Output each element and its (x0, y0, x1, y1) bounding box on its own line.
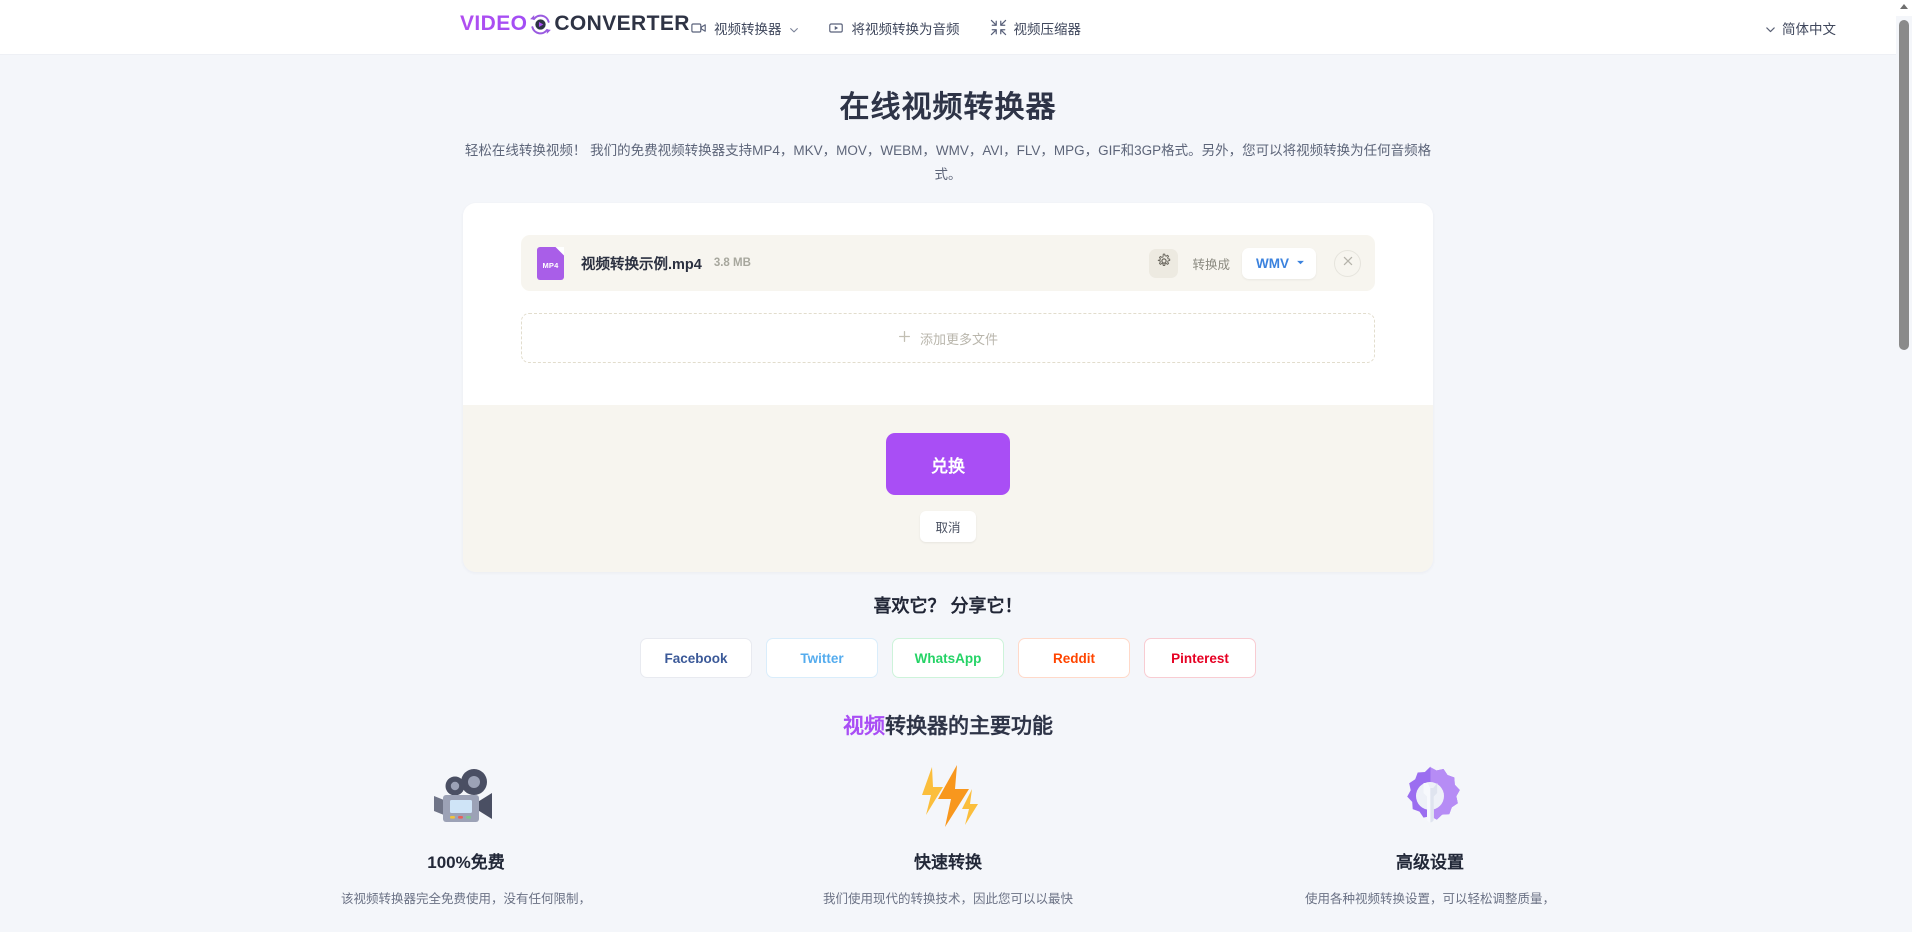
share-button-whatsapp[interactable]: WhatsApp (892, 638, 1004, 678)
site-header: VIDEO CONVERTER 视频转换器 将视频转换为音频 视频压缩器 简体中… (0, 0, 1896, 55)
output-format-select[interactable]: WMV (1242, 247, 1316, 279)
circular-refresh-play-icon (529, 13, 552, 36)
share-button-twitter[interactable]: Twitter (766, 638, 878, 678)
language-label: 简体中文 (1782, 21, 1836, 37)
share-section: 喜欢它？ 分享它！ Facebook Twitter WhatsApp Redd… (0, 592, 1896, 678)
file-icon-label: MP4 (542, 260, 559, 270)
page-title: 在线视频转换器 (839, 91, 1057, 124)
feature-title: 快速转换 (914, 853, 982, 872)
plus-icon (898, 330, 911, 346)
feature-desc: 该视频转换器完全免费使用，没有任何限制， (340, 892, 591, 906)
share-buttons: Facebook Twitter WhatsApp Reddit Pintere… (0, 638, 1896, 678)
nav-label: 视频压缩器 (1013, 21, 1082, 37)
share-button-reddit[interactable]: Reddit (1018, 638, 1130, 678)
chevron-down-icon (789, 23, 798, 33)
gear-icon (1156, 253, 1172, 274)
nav-label: 视频转换器 (714, 21, 782, 37)
output-format-value: WMV (1256, 255, 1289, 271)
feature-item: 快速转换 我们使用现代的转换技术，因此您可以以最快 (798, 762, 1098, 910)
language-selector[interactable]: 简体中文 (1765, 0, 1836, 55)
play-box-icon (828, 19, 845, 36)
add-more-files-label: 添加更多文件 (919, 331, 998, 347)
logo-text-converter: CONVERTER (554, 12, 690, 35)
logo-text-video: VIDEO (460, 12, 528, 35)
convert-to-label: 转换成 (1192, 257, 1230, 272)
file-row: MP4 视频转换示例.mp4 3.8 MB 转换成 WMV (521, 235, 1375, 291)
page-root: VIDEO CONVERTER 视频转换器 将视频转换为音频 视频压缩器 简体中… (0, 0, 1912, 932)
chevron-down-icon (1765, 23, 1775, 33)
file-settings-button[interactable] (1149, 248, 1179, 278)
features-list: 100%免费 该视频转换器完全免费使用，没有任何限制， 快速转换 我们使用现代的… (0, 762, 1896, 910)
lightning-bolts-icon (798, 762, 1098, 834)
compress-arrows-icon (990, 19, 1007, 36)
share-button-pinterest[interactable]: Pinterest (1144, 638, 1256, 678)
feature-title: 高级设置 (1396, 853, 1464, 872)
share-title: 喜欢它？ 分享它！ (873, 596, 1023, 616)
file-size: 3.8 MB (713, 257, 751, 269)
scrollbar-thumb[interactable] (1899, 20, 1909, 350)
add-more-files-button[interactable]: 添加更多文件 (521, 313, 1375, 363)
feature-item: 高级设置 使用各种视频转换设置，可以轻松调整质量， (1280, 762, 1580, 910)
feature-title: 100%免费 (427, 853, 505, 872)
caret-down-icon (1296, 254, 1305, 272)
main-nav: 视频转换器 将视频转换为音频 视频压缩器 (690, 0, 1081, 55)
scroll-up-arrow-icon[interactable] (1900, 4, 1908, 9)
file-name: 视频转换示例.mp4 (581, 256, 702, 273)
remove-file-button[interactable] (1334, 249, 1361, 277)
features-heading-highlight: 视频 (843, 715, 885, 738)
nav-item-video-to-audio[interactable]: 将视频转换为音频 (828, 18, 960, 38)
hero-section: 在线视频转换器 轻松在线转换视频！ 我们的免费视频转换器支持MP4，MKV，MO… (0, 82, 1896, 187)
features-heading-rest: 转换器的主要功能 (885, 715, 1053, 738)
share-button-facebook[interactable]: Facebook (640, 638, 752, 678)
page-description: 轻松在线转换视频！ 我们的免费视频转换器支持MP4，MKV，MOV，WEBM，W… (464, 143, 1432, 182)
nav-item-video-compressor[interactable]: 视频压缩器 (990, 18, 1082, 38)
movie-camera-icon (316, 762, 616, 834)
converter-card: MP4 视频转换示例.mp4 3.8 MB 转换成 WMV 添加更多文件 兑换 … (463, 203, 1433, 572)
convert-button[interactable]: 兑换 (886, 433, 1010, 495)
feature-desc: 我们使用现代的转换技术，因此您可以以最快 (822, 892, 1073, 906)
site-logo[interactable]: VIDEO CONVERTER (460, 12, 690, 36)
mp4-file-icon: MP4 (537, 246, 564, 280)
cancel-button[interactable]: 取消 (920, 511, 976, 542)
converter-card-bottom: 兑换 取消 (463, 405, 1433, 572)
gear-wrench-icon (1280, 762, 1580, 834)
close-icon (1342, 254, 1354, 272)
nav-item-video-converter[interactable]: 视频转换器 (690, 18, 798, 38)
converter-card-top: MP4 视频转换示例.mp4 3.8 MB 转换成 WMV 添加更多文件 (463, 203, 1433, 405)
feature-item: 100%免费 该视频转换器完全免费使用，没有任何限制， (316, 762, 616, 910)
feature-desc: 使用各种视频转换设置，可以轻松调整质量， (1304, 892, 1555, 906)
features-heading: 视频转换器的主要功能 (0, 710, 1896, 740)
video-camera-icon (690, 19, 707, 36)
page-scrollbar[interactable] (1896, 0, 1912, 932)
nav-label: 将视频转换为音频 (851, 21, 960, 37)
